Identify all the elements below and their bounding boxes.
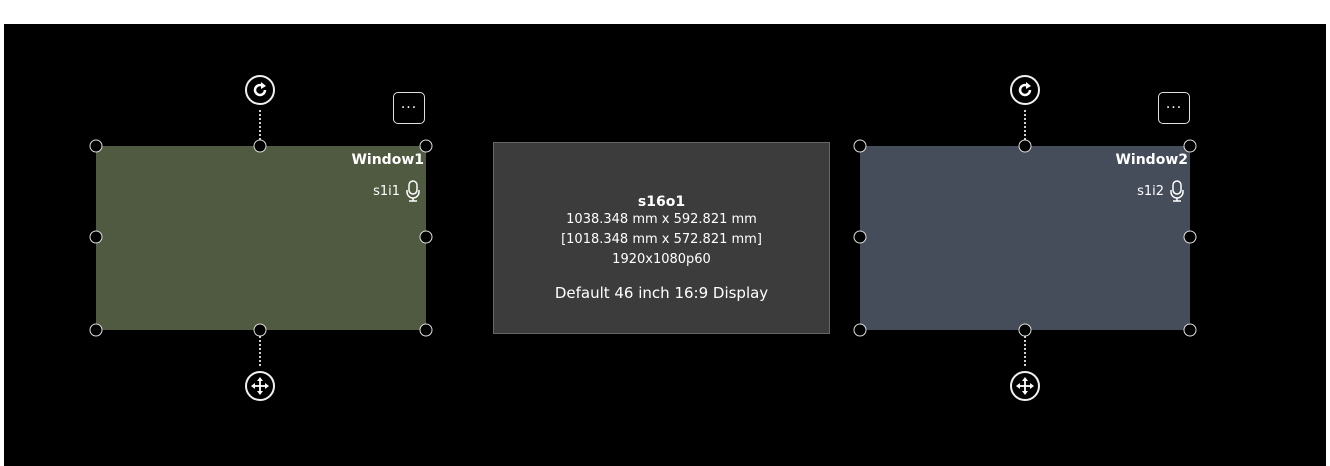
- window2-source-label: s1i2: [1137, 183, 1164, 199]
- window1-handle-bottom-left[interactable]: [89, 323, 103, 337]
- window1-handle-right[interactable]: [419, 230, 433, 244]
- display-size: 1038.348 mm x 592.821 mm: [566, 212, 757, 227]
- move-icon: [1016, 377, 1034, 395]
- window1-rotate-stem: [259, 110, 261, 140]
- window2-rotate-button[interactable]: [1010, 75, 1040, 105]
- window1-handle-bottom[interactable]: [253, 323, 267, 337]
- window1-rotate-button[interactable]: [245, 75, 275, 105]
- window1-handle-top[interactable]: [253, 139, 267, 153]
- layout-canvas[interactable]: Window1 s1i1 ··· s16o1 1038.348 mm x 592…: [4, 24, 1326, 466]
- window2-source: s1i2: [1137, 180, 1184, 202]
- display-inner-size: [1018.348 mm x 572.821 mm]: [561, 232, 762, 247]
- display-s16o1[interactable]: s16o1 1038.348 mm x 592.821 mm [1018.348…: [493, 142, 830, 334]
- window2-handle-bottom-right[interactable]: [1183, 323, 1197, 337]
- window1-source-label: s1i1: [373, 183, 400, 199]
- window1-handle-bottom-right[interactable]: [419, 323, 433, 337]
- window1-source: s1i1: [373, 180, 420, 202]
- window2-title: Window2: [1115, 152, 1188, 168]
- window2-move-stem: [1024, 336, 1026, 366]
- display-name: s16o1: [637, 194, 686, 210]
- rotate-icon: [1018, 82, 1032, 97]
- window1-move-button[interactable]: [245, 371, 275, 401]
- window2-handle-top[interactable]: [1018, 139, 1032, 153]
- display-resolution: 1920x1080p60: [612, 252, 711, 267]
- window2-handle-bottom[interactable]: [1018, 323, 1032, 337]
- window2-move-button[interactable]: [1010, 371, 1040, 401]
- window1-box[interactable]: Window1 s1i1: [96, 146, 426, 330]
- display-description: Default 46 inch 16:9 Display: [554, 284, 769, 302]
- window1-handle-top-left[interactable]: [89, 139, 103, 153]
- window1-more-options-button[interactable]: ···: [393, 92, 425, 124]
- window2-handle-right[interactable]: [1183, 230, 1197, 244]
- window2-handle-bottom-left[interactable]: [853, 323, 867, 337]
- window2-handle-top-right[interactable]: [1183, 139, 1197, 153]
- window2-more-options-button[interactable]: ···: [1158, 92, 1190, 124]
- window2-handle-top-left[interactable]: [853, 139, 867, 153]
- window2-rotate-stem: [1024, 110, 1026, 140]
- window1-move-stem: [259, 336, 261, 366]
- window2-handle-left[interactable]: [853, 230, 867, 244]
- microphone-icon: [406, 180, 420, 202]
- rotate-icon: [253, 82, 267, 97]
- move-icon: [251, 377, 269, 395]
- window1-handle-left[interactable]: [89, 230, 103, 244]
- more-options-icon: ···: [1165, 100, 1183, 116]
- window1-title: Window1: [351, 152, 424, 168]
- window1-handle-top-right[interactable]: [419, 139, 433, 153]
- window2-box[interactable]: Window2 s1i2: [860, 146, 1190, 330]
- microphone-icon: [1170, 180, 1184, 202]
- more-options-icon: ···: [400, 100, 418, 116]
